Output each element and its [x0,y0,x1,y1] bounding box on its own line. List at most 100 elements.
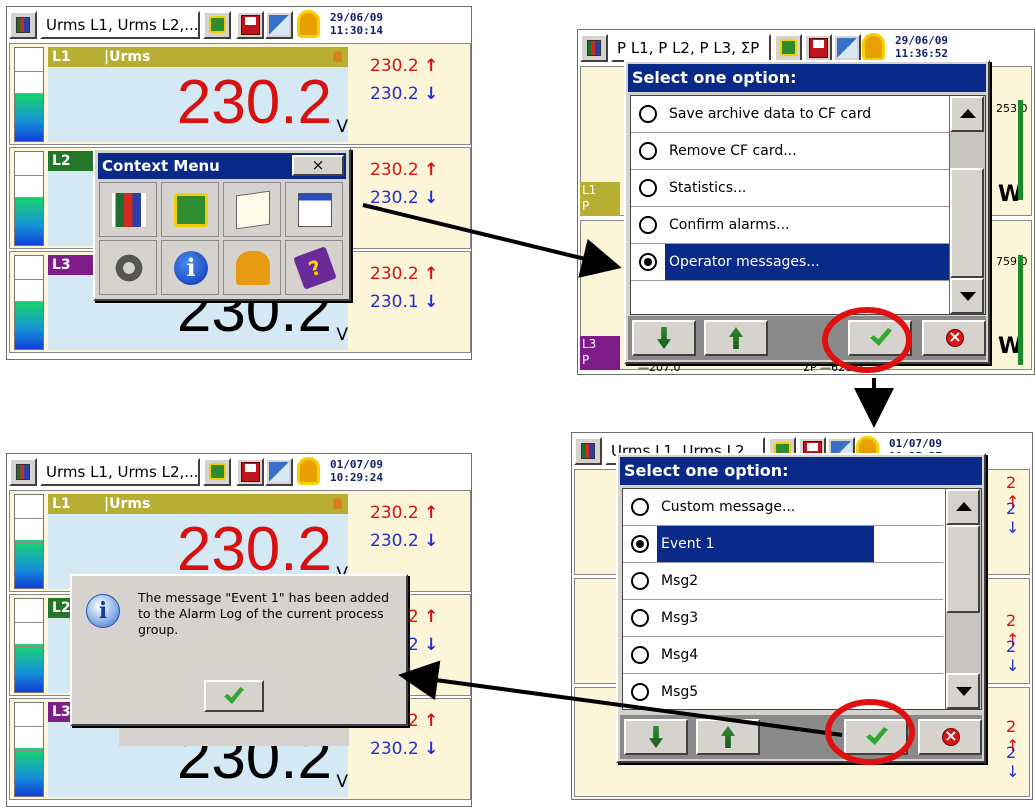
unit: V [336,772,348,792]
ok-button[interactable] [204,680,264,712]
cycle-icon [209,463,226,480]
help-button[interactable] [285,240,343,295]
close-button[interactable]: × [292,155,344,176]
group-title[interactable]: Urms L1, Urms L2,... [40,458,200,486]
alarm-icon [333,51,342,62]
date: 01/07/09 [330,458,383,471]
option-item-selected[interactable]: Operator messages... [631,244,980,281]
window-button[interactable] [285,182,343,237]
alarm-bell-icon [300,460,317,482]
scrollbar[interactable] [949,96,985,314]
scroll-down-button[interactable] [946,673,980,709]
scrollbar[interactable] [945,489,981,709]
scroll-up-button[interactable] [946,489,980,525]
settings-button[interactable] [99,240,157,295]
date: 29/06/09 [895,34,948,47]
option-item[interactable]: Save archive data to CF card [631,96,951,133]
max-value: 230.2 ↑ [370,160,439,180]
top-bar: Urms L1, Urms L2,... 01/07/09 10:29:24 [7,454,471,490]
cycle-icon [780,39,797,56]
save-button[interactable] [236,11,264,39]
option-item[interactable]: Custom message... [623,489,943,526]
channel-label: L2 [52,153,71,169]
screen-options-menu: P L1, P L2, P L3, ΣP 29/06/09 11:36:52 L1… [577,29,1035,375]
scroll-up-button[interactable] [950,96,984,132]
cancel-button[interactable] [922,320,986,356]
logo-button[interactable] [9,458,37,486]
alarm-bell-button[interactable] [862,34,886,62]
option-item[interactable]: Msg4 [623,637,943,674]
time: 11:36:52 [895,47,948,60]
level-bar [14,255,44,350]
chart-icon [112,193,146,227]
move-up-button[interactable] [696,719,760,755]
radio-icon [631,572,649,590]
option-item-selected[interactable]: Event 1 [623,526,943,563]
move-down-button[interactable] [624,719,688,755]
top-bar: Urms L1, Urms L2,... 29/06/09 11:30:14 [7,7,471,43]
scroll-down-button[interactable] [950,278,984,314]
min-value: 230.2 ↓ [370,531,439,551]
scroll-thumb[interactable] [946,525,980,613]
group-title[interactable]: P L1, P L2, P L3, ΣP [611,34,771,62]
level-bar [14,47,44,142]
option-item[interactable]: Msg3 [623,600,943,637]
scroll-thumb[interactable] [950,168,984,278]
info-icon [174,251,208,285]
time: 11:30:14 [330,24,383,37]
alarm-bell-button[interactable] [297,458,321,486]
min-value: 230.1 ↓ [370,292,439,312]
alarm-bell-icon [865,36,882,58]
info-icon [86,594,120,628]
option-item[interactable]: Confirm alarms... [631,207,951,244]
cycle-button[interactable] [203,11,231,39]
cycle-button[interactable] [161,182,219,237]
chart-button[interactable] [99,182,157,237]
alarm-icon [333,498,342,509]
screen-button[interactable] [265,11,293,39]
option-item[interactable]: Msg2 [623,563,943,600]
logo-button[interactable] [574,437,602,465]
select-option-dialog: Select one option: Save archive data to … [624,60,990,364]
radio-icon [639,142,657,160]
ok-button[interactable] [848,320,912,356]
screen-button[interactable] [833,34,861,62]
radio-icon [639,216,657,234]
ok-button[interactable] [844,719,908,755]
channel-panel-l1[interactable]: L1 |Urms 230.2V 230.2 ↑ 230.2 ↓ [9,43,471,145]
info-button[interactable] [161,240,219,295]
l1-p-label: L1 P [580,182,620,216]
check-icon [866,727,888,745]
move-down-button[interactable] [632,320,696,356]
alarm-confirm-button[interactable] [223,240,281,295]
check-icon [870,328,892,346]
screen-button[interactable] [265,458,293,486]
bg-trend-bar [1018,100,1023,200]
screen-message-confirmation: Urms L1, Urms L2,... 01/07/09 10:29:24 L1… [6,453,472,807]
logo-button[interactable] [580,34,608,62]
option-item[interactable]: Statistics... [631,170,951,207]
move-up-button[interactable] [704,320,768,356]
dialog-title: Select one option: [628,64,986,92]
screen-operator-messages: Urms L1, Urms L2,... 01/07/0910:35:27 2 … [571,432,1033,800]
settings-gear-icon [112,251,146,285]
quantity-label: |Urms [104,496,151,512]
chart-icon [16,17,30,33]
radio-checked-icon [639,253,657,271]
cycle-button[interactable] [774,34,802,62]
alarm-bell-button[interactable] [297,11,321,39]
current-value: 230.2 [176,68,332,137]
channel-label: L2 [52,600,71,616]
group-title[interactable]: Urms L1, Urms L2,... [40,11,200,39]
quantity-label: |Urms [104,49,151,65]
logo-button[interactable] [9,11,37,39]
cancel-button[interactable] [918,719,982,755]
option-item[interactable]: Remove CF card... [631,133,951,170]
save-button[interactable] [804,34,832,62]
save-button[interactable] [236,458,264,486]
cycle-button[interactable] [203,458,231,486]
chart-icon [581,443,595,459]
notepad-button[interactable] [223,182,281,237]
option-item[interactable]: Msg5 [623,674,943,709]
notepad-icon [236,190,270,230]
